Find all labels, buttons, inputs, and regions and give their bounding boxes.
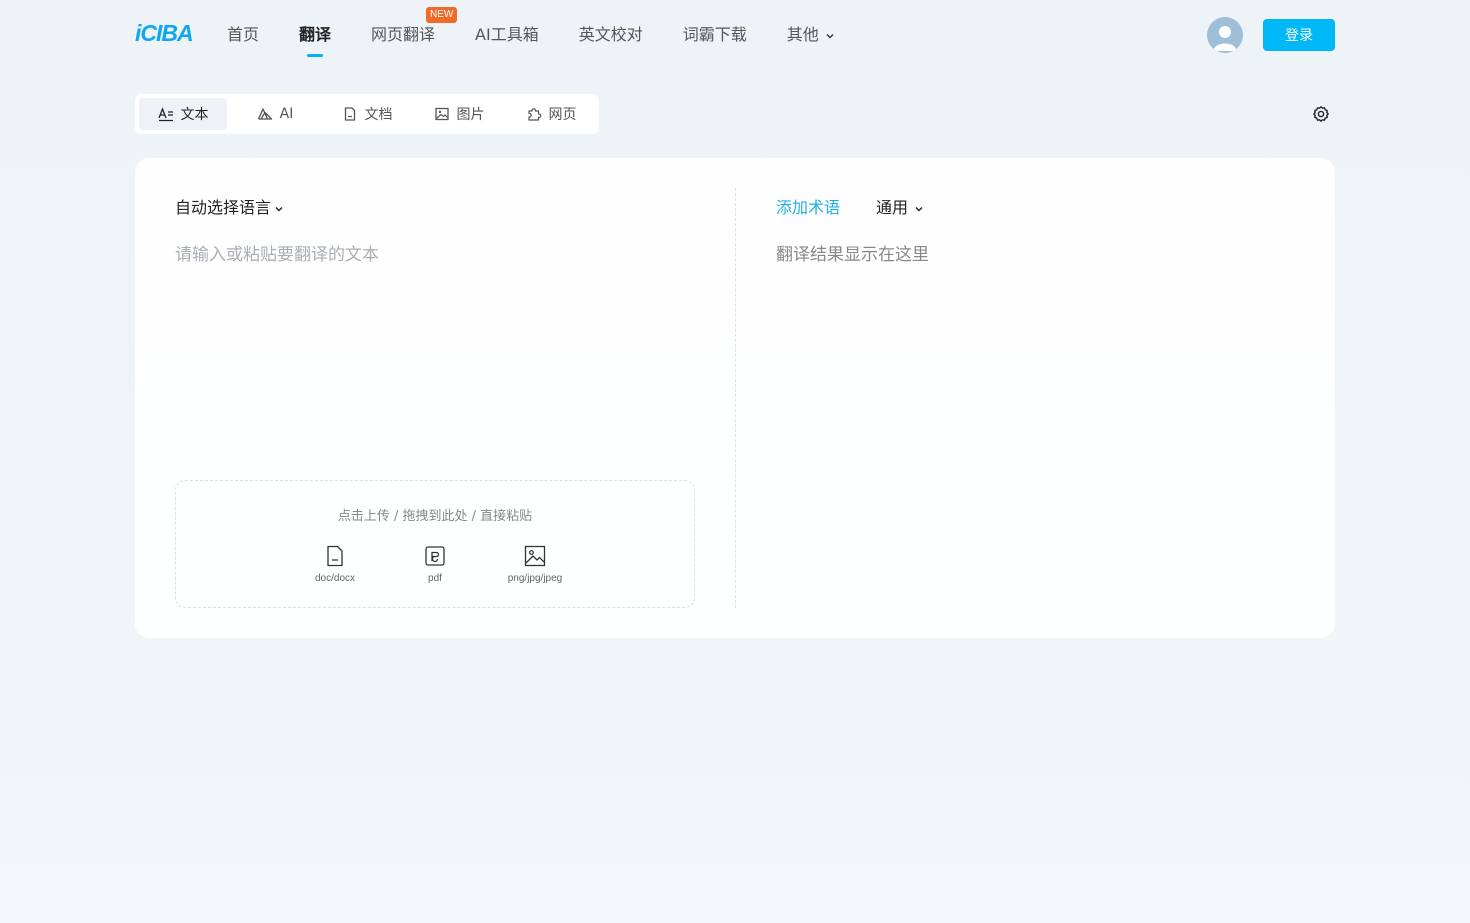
translate-panel: 自动选择语言 点击上传 / 拖拽到此处 / 直接粘贴 doc/docx pdf … <box>135 158 1335 638</box>
text-icon <box>157 107 173 122</box>
iciba-logo[interactable]: iCIBA <box>135 20 194 47</box>
webpage-icon <box>527 108 541 121</box>
nav-translate[interactable]: 翻译 <box>299 22 331 57</box>
source-text-input[interactable] <box>175 240 695 440</box>
ai-icon <box>257 108 272 120</box>
upload-hint: 点击上传 / 拖拽到此处 / 直接粘贴 <box>337 509 533 524</box>
document-icon <box>344 107 355 121</box>
nav-more[interactable]: 其他 <box>787 22 835 48</box>
tab-image[interactable]: 图片 <box>415 98 503 130</box>
new-badge: NEW <box>426 7 458 23</box>
nav-ai-toolbox[interactable]: AI工具箱 <box>475 22 539 48</box>
chevron-down-icon <box>826 33 834 38</box>
add-term-link[interactable]: 添加术语 <box>776 194 840 218</box>
top-header: iCIBA 首页 翻译 网页翻译 NEW AI工具箱 英文校对 词霸下载 其他 登… <box>0 0 1470 70</box>
tab-webpage[interactable]: 网页 <box>507 98 595 130</box>
gear-icon[interactable] <box>1312 105 1330 123</box>
domain-select[interactable]: 通用 <box>876 194 924 218</box>
nav-download[interactable]: 词霸下载 <box>683 22 747 48</box>
active-nav-indicator <box>307 54 324 57</box>
tab-text[interactable]: 文本 <box>139 98 227 130</box>
translation-result: 翻译结果显示在这里 <box>776 245 929 265</box>
login-button[interactable]: 登录 <box>1263 19 1335 51</box>
file-type-pdf: pdf <box>385 545 485 584</box>
chevron-down-icon <box>275 206 283 211</box>
tab-document[interactable]: 文档 <box>323 98 411 130</box>
nav-proofreading[interactable]: 英文校对 <box>579 22 643 48</box>
main-nav: 首页 翻译 网页翻译 NEW AI工具箱 英文校对 词霸下载 其他 <box>227 7 875 57</box>
image-icon <box>434 107 449 121</box>
file-type-doc: doc/docx <box>285 545 385 584</box>
pdf-file-icon <box>425 546 445 566</box>
user-avatar-icon[interactable] <box>1207 17 1243 53</box>
source-language-select[interactable]: 自动选择语言 <box>175 194 284 218</box>
nav-home[interactable]: 首页 <box>227 22 259 48</box>
file-type-image: png/jpg/jpeg <box>485 545 585 584</box>
doc-file-icon <box>327 545 343 567</box>
file-upload-area[interactable]: 点击上传 / 拖拽到此处 / 直接粘贴 doc/docx pdf png/jpg… <box>175 480 695 608</box>
nav-web-translate[interactable]: 网页翻译 NEW <box>371 7 458 48</box>
panel-divider <box>735 188 736 608</box>
tab-ai[interactable]: AI <box>231 98 319 130</box>
translate-mode-tabs: 文本 AI 文档 图片 网页 <box>135 94 599 134</box>
image-file-icon <box>524 545 546 567</box>
chevron-down-icon <box>915 206 923 211</box>
